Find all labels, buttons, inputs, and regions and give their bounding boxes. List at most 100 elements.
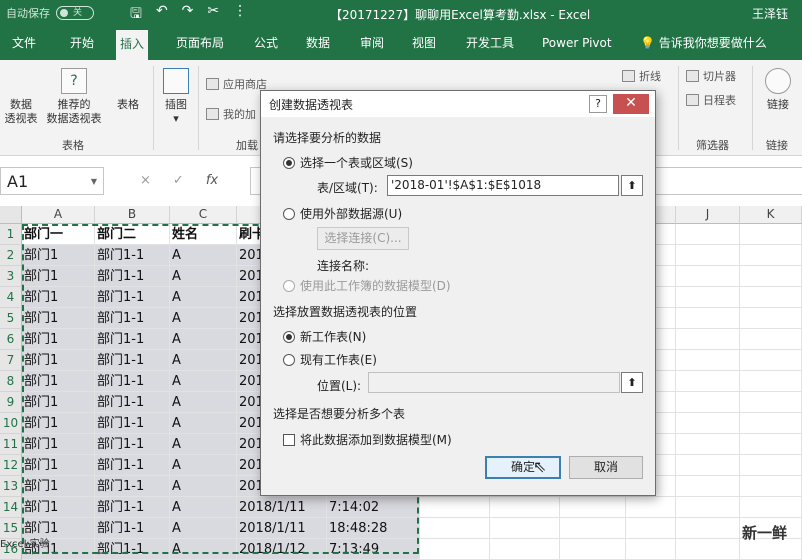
empty-cell[interactable]	[740, 308, 802, 329]
empty-cell[interactable]	[740, 392, 802, 413]
row-header[interactable]: 10	[0, 413, 22, 434]
empty-cell[interactable]	[676, 518, 740, 539]
data-cell[interactable]: 2018/1/11	[237, 497, 327, 518]
row-header[interactable]: 13	[0, 476, 22, 497]
column-header[interactable]: J	[676, 206, 740, 224]
data-cell[interactable]: A	[170, 371, 237, 392]
row-header[interactable]: 8	[0, 371, 22, 392]
user-name[interactable]: 王泽钰	[752, 5, 788, 22]
row-header[interactable]: 12	[0, 455, 22, 476]
data-cell[interactable]: 部门1-1	[95, 371, 170, 392]
data-cell[interactable]: 部门1-1	[95, 539, 170, 560]
data-cell[interactable]: 部门1	[22, 497, 95, 518]
data-cell[interactable]: 部门1	[22, 245, 95, 266]
add-to-data-model-checkbox[interactable]: 将此数据添加到数据模型(M)	[283, 431, 452, 448]
empty-cell[interactable]	[626, 518, 676, 539]
empty-cell[interactable]	[490, 518, 560, 539]
row-header[interactable]: 7	[0, 350, 22, 371]
empty-cell[interactable]	[740, 413, 802, 434]
tab-review[interactable]: 审阅	[356, 26, 388, 60]
data-cell[interactable]: A	[170, 287, 237, 308]
header-cell[interactable]: 部门一	[22, 224, 95, 245]
empty-cell[interactable]	[676, 413, 740, 434]
empty-cell[interactable]	[676, 287, 740, 308]
data-cell[interactable]: A	[170, 455, 237, 476]
tell-me-box[interactable]: 💡 告诉我你想要做什么	[636, 26, 771, 60]
empty-cell[interactable]	[740, 266, 802, 287]
store-button[interactable]: 应用商店	[206, 76, 267, 92]
data-cell[interactable]: A	[170, 413, 237, 434]
data-cell[interactable]: 7:14:02	[327, 497, 420, 518]
empty-cell[interactable]	[740, 371, 802, 392]
data-cell[interactable]: 部门1	[22, 476, 95, 497]
row-header[interactable]: 3	[0, 266, 22, 287]
tab-formulas[interactable]: 公式	[250, 26, 282, 60]
slicer-button[interactable]: 切片器	[686, 68, 736, 84]
radio-new-worksheet[interactable]: 新工作表(N)	[283, 328, 366, 345]
empty-cell[interactable]	[740, 476, 802, 497]
location-collapse-button[interactable]: ⬆	[621, 372, 643, 393]
data-cell[interactable]: A	[170, 266, 237, 287]
empty-cell[interactable]	[676, 329, 740, 350]
data-cell[interactable]: 部门1	[22, 371, 95, 392]
cancel-formula-icon[interactable]: ×	[140, 173, 151, 188]
empty-cell[interactable]	[676, 224, 740, 245]
pivot-table-button[interactable]: 数据 透视表	[4, 68, 38, 300]
empty-cell[interactable]	[420, 539, 490, 560]
data-cell[interactable]: 部门1-1	[95, 497, 170, 518]
enter-formula-icon[interactable]: ✓	[173, 173, 184, 188]
data-cell[interactable]: A	[170, 497, 237, 518]
data-cell[interactable]: 部门1-1	[95, 350, 170, 371]
data-cell[interactable]: 部门1	[22, 434, 95, 455]
data-cell[interactable]: 部门1	[22, 287, 95, 308]
data-cell[interactable]: A	[170, 518, 237, 539]
data-cell[interactable]: 部门1-1	[95, 245, 170, 266]
sparkline-line-button[interactable]: 折线	[622, 68, 661, 84]
data-cell[interactable]: A	[170, 350, 237, 371]
empty-cell[interactable]	[626, 539, 676, 560]
data-cell[interactable]: 部门1	[22, 329, 95, 350]
radio-existing-worksheet[interactable]: 现有工作表(E)	[283, 351, 377, 368]
data-cell[interactable]: 部门1-1	[95, 413, 170, 434]
empty-cell[interactable]	[420, 518, 490, 539]
empty-cell[interactable]	[676, 476, 740, 497]
data-cell[interactable]: 部门1	[22, 350, 95, 371]
tab-insert[interactable]: 插入	[116, 30, 149, 60]
data-cell[interactable]: 部门1-1	[95, 455, 170, 476]
timeline-button[interactable]: 日程表	[686, 92, 736, 108]
header-cell[interactable]: 部门二	[95, 224, 170, 245]
cancel-button[interactable]: 取消	[569, 456, 643, 479]
radio-data-model[interactable]: 使用此工作簿的数据模型(D)	[283, 277, 451, 294]
close-button[interactable]: ✕	[613, 94, 649, 114]
ok-button[interactable]: 确定	[485, 456, 561, 479]
row-header[interactable]: 6	[0, 329, 22, 350]
column-header[interactable]: B	[95, 206, 170, 224]
help-button[interactable]: ?	[589, 95, 607, 113]
row-header[interactable]: 14	[0, 497, 22, 518]
customize-icon[interactable]: ⋮	[233, 3, 247, 27]
tab-view[interactable]: 视图	[408, 26, 440, 60]
tab-power-pivot[interactable]: Power Pivot	[538, 26, 616, 60]
data-cell[interactable]: 部门1	[22, 413, 95, 434]
empty-cell[interactable]	[560, 497, 626, 518]
empty-cell[interactable]	[676, 455, 740, 476]
illustrations-button[interactable]: 插图 ▾	[158, 68, 194, 126]
header-cell[interactable]: 姓名	[170, 224, 237, 245]
empty-cell[interactable]	[676, 539, 740, 560]
empty-cell[interactable]	[740, 287, 802, 308]
data-cell[interactable]: A	[170, 329, 237, 350]
empty-cell[interactable]	[420, 497, 490, 518]
empty-cell[interactable]	[676, 266, 740, 287]
column-header[interactable]: K	[740, 206, 802, 224]
range-collapse-button[interactable]: ⬆	[621, 175, 643, 196]
insert-function-icon[interactable]: fx	[206, 173, 218, 188]
data-cell[interactable]: 2018/1/11	[237, 518, 327, 539]
range-input[interactable]: '2018-01'!$A$1:$E$1018	[387, 175, 619, 196]
data-cell[interactable]: 部门1	[22, 455, 95, 476]
row-header[interactable]: 2	[0, 245, 22, 266]
row-header[interactable]: 11	[0, 434, 22, 455]
data-cell[interactable]: 18:48:28	[327, 518, 420, 539]
empty-cell[interactable]	[740, 455, 802, 476]
name-box[interactable]: A1 ▼	[0, 167, 104, 195]
empty-cell[interactable]	[490, 539, 560, 560]
